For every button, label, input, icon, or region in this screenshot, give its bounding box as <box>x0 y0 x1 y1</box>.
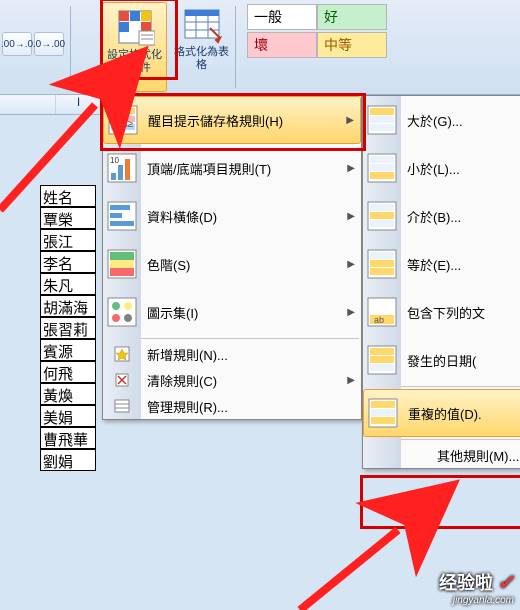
submenu-duplicate-values[interactable]: 重複的值(D). <box>363 389 520 437</box>
menu-clear-rules[interactable]: 清除規則(C) ▶ <box>103 367 361 393</box>
name-cell[interactable]: 賓源 <box>40 339 96 361</box>
style-good[interactable]: 好 <box>317 4 387 30</box>
highlight-rules-icon: ≤≥ <box>108 105 138 135</box>
increase-decimal-button[interactable]: .00→.0 <box>2 32 32 56</box>
date-occurring-icon <box>367 345 397 375</box>
menu-highlight-cells-rules[interactable]: ≤≥ 醒目提示儲存格規則(H) ▶ <box>103 96 361 144</box>
manage-rules-icon <box>114 398 130 414</box>
ribbon: .00→.0 .0→.00 設定格式化的條件 <box>0 0 520 95</box>
data-bars-icon <box>107 201 137 231</box>
menu-label: 清除規則(C) <box>147 371 217 390</box>
submenu-date-occurring[interactable]: 發生的日期( <box>363 336 520 384</box>
name-cell[interactable]: 胡滿海 <box>40 295 96 317</box>
duplicate-values-icon <box>368 398 398 428</box>
icon-sets-icon <box>107 297 137 327</box>
style-neutral[interactable]: 中等 <box>317 32 387 58</box>
submenu-arrow-icon: ▶ <box>347 307 355 318</box>
name-cell[interactable]: 黃煥 <box>40 383 96 405</box>
text-contains-icon: ab <box>367 297 397 327</box>
top-bottom-icon: 10 <box>107 153 137 183</box>
grid[interactable]: 姓名覃榮張江李名朱凡胡滿海張習莉賓源何飛黃煥美娟曹飛華劉娟 <box>0 185 96 471</box>
between-icon <box>367 201 397 231</box>
name-cell[interactable]: 美娟 <box>40 405 96 427</box>
menu-manage-rules[interactable]: 管理規則(R)... <box>103 393 361 419</box>
colhdr-spacer <box>0 95 56 114</box>
style-bad[interactable]: 壞 <box>247 32 317 58</box>
menu-new-rule[interactable]: 新增規則(N)... <box>103 341 361 367</box>
watermark: 经验啦 ✓ jingyanla.com <box>439 569 514 606</box>
name-cell[interactable]: 劉娟 <box>40 449 96 471</box>
highlight-rules-submenu: 大於(G)... 小於(L)... 介於(B)... 等於(E)... ab 包… <box>362 95 520 469</box>
style-normal[interactable]: 一般 <box>247 4 317 30</box>
submenu-arrow-icon: ▶ <box>346 115 354 126</box>
name-cell[interactable]: 曹飛華 <box>40 427 96 449</box>
menu-label: 發生的日期( <box>407 351 476 370</box>
submenu-arrow-icon: ▶ <box>347 211 355 222</box>
submenu-arrow-icon: ▶ <box>347 259 355 270</box>
format-as-table-button[interactable]: 格式化為表格 <box>169 0 234 94</box>
submenu-text-contains[interactable]: ab 包含下列的文 <box>363 288 520 336</box>
less-than-icon <box>367 153 397 183</box>
svg-text:10: 10 <box>110 156 119 165</box>
menu-label: 大於(G)... <box>407 111 463 130</box>
color-scales-icon <box>107 249 137 279</box>
name-cell[interactable]: 朱凡 <box>40 273 96 295</box>
menu-icon-sets[interactable]: 圖示集(I) ▶ <box>103 288 361 336</box>
name-cell[interactable]: 何飛 <box>40 361 96 383</box>
annotation-box-3 <box>360 475 520 529</box>
name-cell[interactable]: 張江 <box>40 229 96 251</box>
greater-than-icon <box>367 105 397 135</box>
menu-label: 其他規則(M)... <box>437 446 519 465</box>
submenu-greater-than[interactable]: 大於(G)... <box>363 96 520 144</box>
menu-label: 資料橫條(D) <box>147 207 217 226</box>
menu-label: 醒目提示儲存格規則(H) <box>148 111 283 130</box>
format-as-table-label: 格式化為表格 <box>171 46 232 72</box>
name-cell[interactable]: 李名 <box>40 251 96 273</box>
format-as-table-icon <box>182 4 222 44</box>
svg-text:≤≥: ≤≥ <box>122 119 133 130</box>
menu-color-scales[interactable]: 色階(S) ▶ <box>103 240 361 288</box>
menu-label: 頂端/底端項目規則(T) <box>147 159 271 178</box>
menu-label: 等於(E)... <box>407 255 461 274</box>
menu-label: 管理規則(R)... <box>147 397 228 416</box>
equal-to-icon <box>367 249 397 279</box>
conditional-formatting-button[interactable]: 設定格式化的條件 <box>102 2 167 92</box>
name-cell[interactable]: 覃榮 <box>40 207 96 229</box>
menu-label: 介於(B)... <box>407 207 461 226</box>
menu-top-bottom-rules[interactable]: 10 頂端/底端項目規則(T) ▶ <box>103 144 361 192</box>
cell-styles-gallery[interactable]: 一般 好 壞 中等 <box>247 0 387 94</box>
dec-inc-label: .00→.0 <box>1 39 33 50</box>
menu-data-bars[interactable]: 資料橫條(D) ▶ <box>103 192 361 240</box>
submenu-arrow-icon: ▶ <box>347 163 355 174</box>
menu-label: 重複的值(D). <box>408 404 482 423</box>
dec-dec-label: .0→.00 <box>33 39 65 50</box>
submenu-arrow-icon: ▶ <box>347 375 355 386</box>
conditional-formatting-icon <box>115 7 155 47</box>
name-cell[interactable]: 張習莉 <box>40 317 96 339</box>
col-I[interactable]: I <box>56 95 102 114</box>
menu-label: 小於(L)... <box>407 159 460 178</box>
svg-text:ab: ab <box>374 315 384 325</box>
submenu-between[interactable]: 介於(B)... <box>363 192 520 240</box>
conditional-formatting-label: 設定格式化的條件 <box>105 49 164 75</box>
new-rule-icon <box>114 346 130 362</box>
menu-label: 圖示集(I) <box>147 303 198 322</box>
decrease-decimal-button[interactable]: .0→.00 <box>34 32 64 56</box>
submenu-equal-to[interactable]: 等於(E)... <box>363 240 520 288</box>
menu-label: 新增規則(N)... <box>147 345 228 364</box>
header-cell[interactable]: 姓名 <box>40 185 96 207</box>
submenu-less-than[interactable]: 小於(L)... <box>363 144 520 192</box>
clear-rules-icon <box>114 372 130 388</box>
submenu-more-rules[interactable]: 其他規則(M)... <box>363 442 520 468</box>
menu-label: 色階(S) <box>147 255 190 274</box>
menu-label: 包含下列的文 <box>407 303 485 322</box>
conditional-format-menu: ≤≥ 醒目提示儲存格規則(H) ▶ 10 頂端/底端項目規則(T) ▶ 資料橫條… <box>102 95 362 420</box>
